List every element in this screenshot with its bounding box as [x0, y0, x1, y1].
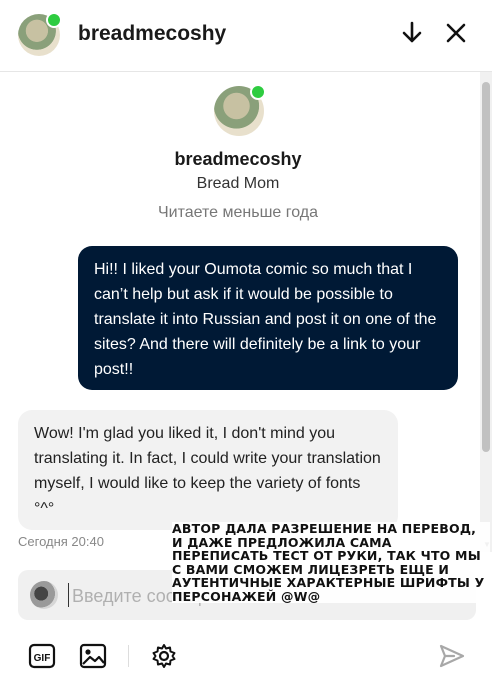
message-incoming: Wow! I'm glad you liked it, I don't mind… — [18, 410, 398, 530]
arrow-down-icon[interactable] — [398, 19, 426, 47]
scrollbar-thumb[interactable] — [482, 82, 490, 452]
online-indicator — [250, 84, 266, 100]
profile-avatar[interactable] — [214, 84, 266, 136]
profile-status: Читаете меньше года — [157, 204, 319, 221]
gif-icon[interactable]: GIF — [28, 642, 56, 670]
close-icon[interactable] — [442, 19, 470, 47]
chat-header: breadmecoshy — [0, 0, 492, 72]
gear-icon[interactable] — [150, 642, 178, 670]
message-outgoing: Hi!! I liked your Oumota comic so much t… — [78, 246, 458, 390]
avatar[interactable] — [18, 12, 62, 56]
text-caret — [68, 583, 69, 607]
profile-username[interactable]: breadmecoshy — [0, 149, 476, 170]
send-icon[interactable] — [438, 642, 466, 670]
header-username[interactable]: breadmecoshy — [78, 22, 226, 46]
toolbar-divider — [128, 645, 129, 667]
profile-title: Bread Mom — [196, 175, 280, 192]
gif-label: GIF — [34, 653, 51, 664]
user-avatar — [30, 581, 58, 609]
image-icon[interactable] — [79, 642, 107, 670]
online-indicator — [46, 12, 62, 28]
translator-note: Автор дала разрешение на перевод, и даже… — [172, 522, 490, 603]
message-timestamp: Сегодня 20:40 — [18, 534, 104, 549]
